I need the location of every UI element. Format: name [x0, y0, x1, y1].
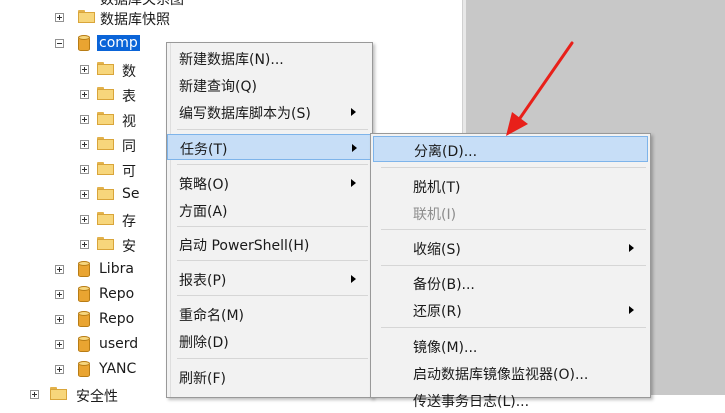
annotation-arrow — [506, 41, 574, 136]
